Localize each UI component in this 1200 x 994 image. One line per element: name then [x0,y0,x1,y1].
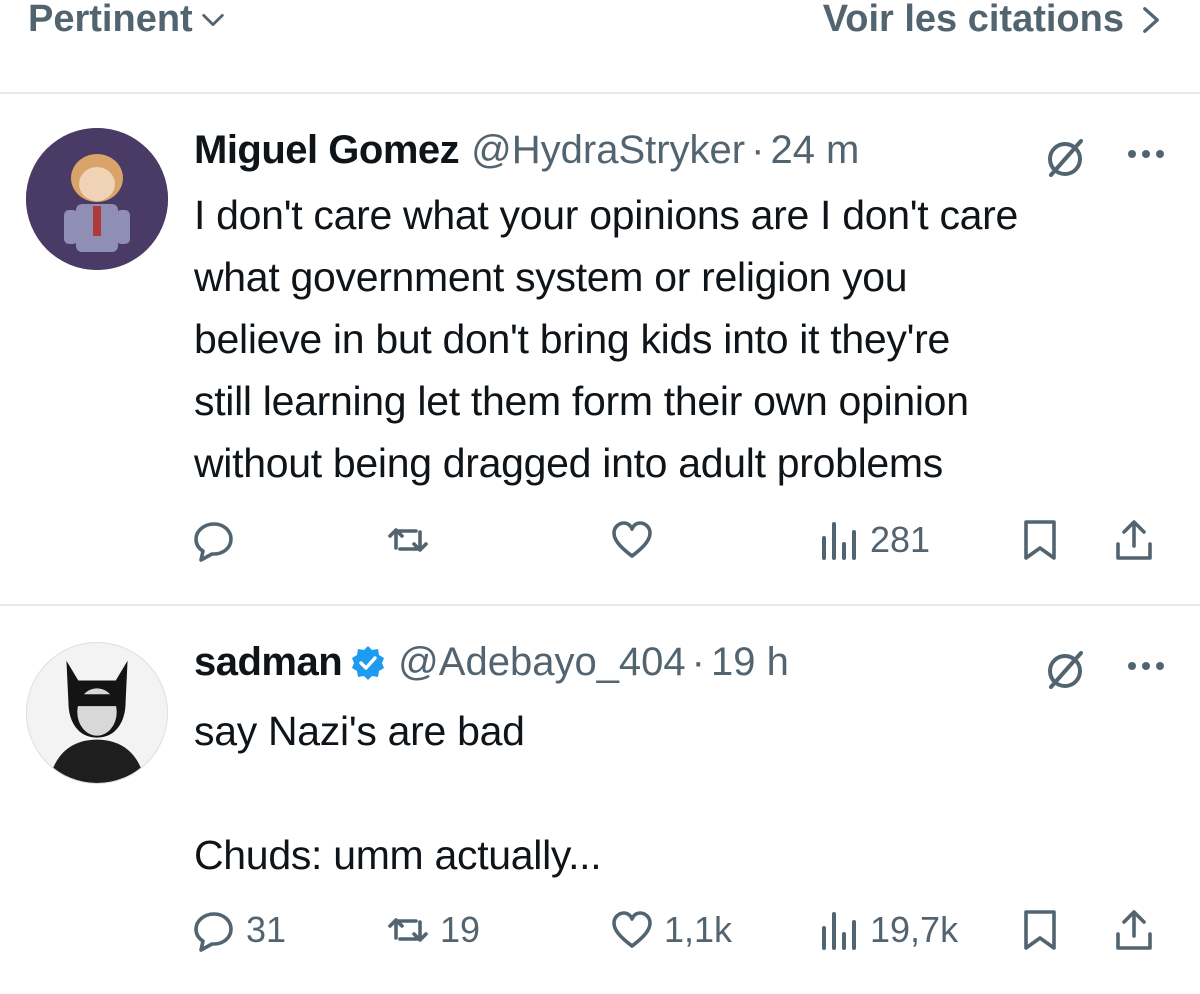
like-count: 1,1k [664,909,733,950]
repost-icon [388,528,428,552]
repost-button[interactable]: 19 [386,908,480,952]
chevron-right-icon [1143,6,1159,33]
views-button[interactable]: 281 [816,518,930,562]
like-button[interactable] [610,518,664,562]
tweet-text: say Nazi's are bad Chuds: umm actually..… [194,708,602,878]
timestamp[interactable]: 24 m [770,128,859,173]
share-button[interactable] [1112,908,1156,952]
share-button[interactable] [1112,518,1156,562]
separator-dot: · [751,128,765,172]
share-icon [1116,520,1152,560]
view-quotes-label: Voir les citations [822,0,1124,40]
reply-icon [194,912,233,952]
tweet-text: I don't care what your opinions are I do… [194,192,1019,486]
separator-dot: · [691,640,705,684]
repost-icon [388,918,428,942]
views-icon [822,522,856,560]
like-icon [612,911,652,948]
tweet-actions: 281 [0,518,1200,568]
tweet-actions: 31 19 1,1k 19,7k [0,908,1200,958]
avatar-image [27,643,167,783]
author-name[interactable]: Miguel Gomez [194,128,460,173]
tweet[interactable]: Miguel Gomez @HydraStryker · 24 m I don'… [0,94,1200,606]
tweet-header: Miguel Gomez @HydraStryker · 24 m [194,128,859,173]
views-button[interactable]: 19,7k [816,908,958,952]
reply-count: 31 [246,909,287,950]
sort-label: Pertinent [28,0,193,40]
reply-icon [194,522,233,562]
repost-count: 19 [440,909,481,950]
bookmark-icon [1024,520,1056,560]
avatar[interactable] [26,642,168,784]
like-icon [612,521,652,558]
tweet[interactable]: sadman @Adebayo_404 · 19 h say Nazi's ar… [0,606,1200,994]
grok-icon[interactable] [1040,134,1090,184]
views-count: 281 [870,519,931,560]
author-handle[interactable]: @Adebayo_404 [398,640,686,685]
replies-header: Pertinent Voir les citations [0,0,1200,92]
avatar[interactable] [26,128,168,270]
author-handle[interactable]: @HydraStryker [471,128,745,173]
chevron-down-icon [201,13,224,26]
like-button[interactable]: 1,1k [610,908,732,952]
bookmark-button[interactable] [1018,908,1062,952]
views-icon [822,912,856,950]
more-icon[interactable] [1126,660,1166,672]
verified-badge-icon [352,645,385,680]
share-icon [1116,910,1152,950]
avatar-image [26,128,168,270]
grok-icon[interactable] [1040,646,1090,696]
timestamp[interactable]: 19 h [711,640,789,685]
reply-button[interactable] [192,518,246,562]
views-count: 19,7k [870,909,959,950]
author-name[interactable]: sadman [194,640,343,685]
tweet-header: sadman @Adebayo_404 · 19 h [194,640,789,685]
view-quotes-link[interactable]: Voir les citations [823,0,1164,41]
reply-button[interactable]: 31 [192,908,286,952]
bookmark-icon [1024,910,1056,950]
sort-dropdown[interactable]: Pertinent [28,0,227,41]
more-icon[interactable] [1126,148,1166,160]
bookmark-button[interactable] [1018,518,1062,562]
repost-button[interactable] [386,518,440,562]
